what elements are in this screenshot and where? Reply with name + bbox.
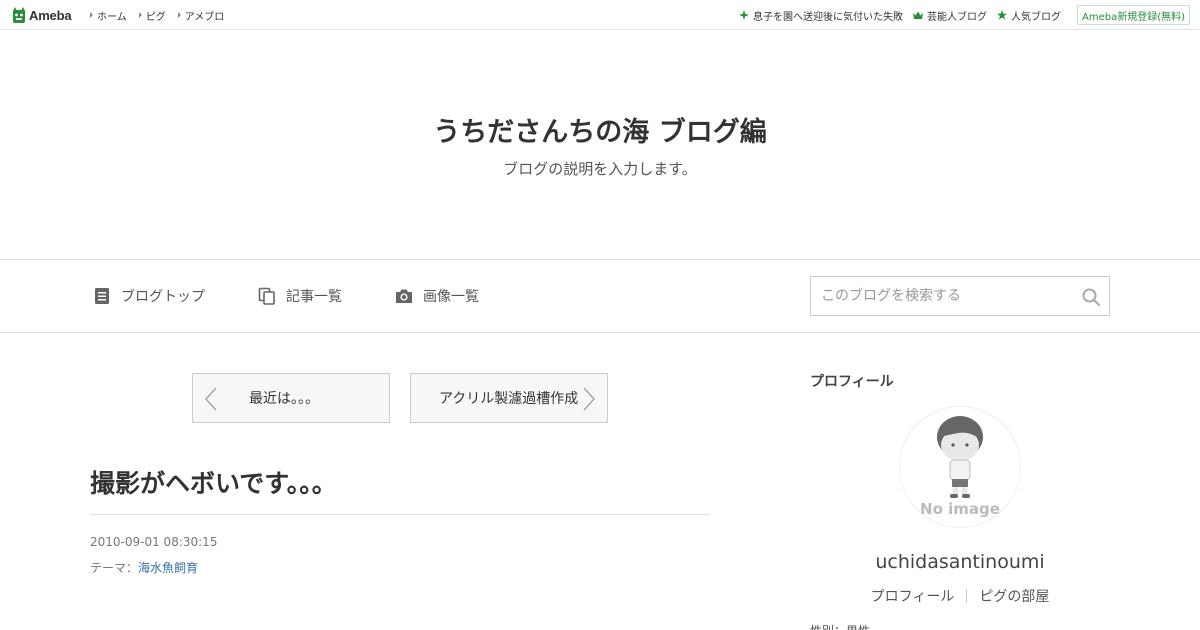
next-article-button[interactable]: アクリル製濾過槽作成 — [410, 373, 608, 423]
top-nav-home[interactable]: ホーム — [90, 8, 127, 23]
ameba-mascot-icon — [13, 6, 25, 23]
top-nav-label: ホーム — [97, 11, 127, 23]
profile-heading: プロフィール — [810, 374, 894, 390]
chevron-left-icon — [205, 387, 217, 411]
nav-label: ブログトップ — [121, 289, 205, 305]
blog-search — [810, 276, 1110, 316]
no-image-label: No image — [920, 500, 1000, 518]
top-link-trending[interactable]: 息子を園へ送迎後に気付いた失敗 — [739, 8, 903, 23]
profile-link[interactable]: プロフィール — [871, 586, 955, 606]
sparkle-icon — [739, 10, 749, 20]
top-link-label: 芸能人ブログ — [927, 11, 987, 23]
nav-blog-top[interactable]: ブログトップ — [92, 284, 205, 308]
avatar[interactable]: No image — [899, 406, 1021, 528]
top-link-celebrity[interactable]: 芸能人ブログ — [913, 8, 987, 23]
logo-text: Ameba — [29, 7, 72, 23]
nav-image-list[interactable]: 画像一覧 — [394, 284, 479, 308]
top-nav-label: アメブロ — [184, 11, 225, 23]
blog-description: ブログの説明を入力します。 — [503, 160, 697, 178]
prev-article-label: 最近は。。。 — [249, 391, 319, 407]
theme-link[interactable]: 海水魚飼育 — [138, 561, 198, 575]
blog-nav: ブログトップ 記事一覧 画像一覧 — [0, 260, 1200, 333]
article-date: 2010-09-01 08:30:15 — [90, 535, 218, 549]
article-divider — [90, 514, 710, 515]
register-button[interactable]: Ameba新規登録(無料) — [1077, 5, 1190, 25]
default-avatar-icon: No image — [920, 416, 1000, 518]
profile-username[interactable]: uchidasantinoumi — [810, 551, 1110, 573]
top-nav-pigg[interactable]: ピグ — [138, 8, 166, 23]
link-separator — [966, 589, 968, 603]
top-link-label: 息子を園へ送迎後に気付いた失敗 — [753, 11, 903, 23]
top-link-label: 人気ブログ — [1011, 11, 1061, 23]
triangle-right-icon — [177, 12, 181, 18]
top-link-popular[interactable]: 人気ブログ — [997, 8, 1061, 23]
prev-article-button[interactable]: 最近は。。。 — [192, 373, 390, 423]
top-links: 息子を園へ送迎後に気付いた失敗 芸能人ブログ 人気ブログ — [739, 0, 1061, 30]
search-input[interactable] — [811, 277, 1066, 315]
blog-header: うちださんちの海 ブログ編 ブログの説明を入力します。 — [0, 30, 1200, 260]
copy-icon — [258, 287, 275, 305]
top-nav-label: ピグ — [145, 11, 166, 23]
document-icon — [95, 288, 109, 304]
camera-icon — [396, 289, 412, 303]
star-icon — [997, 10, 1007, 20]
ameba-logo[interactable]: Ameba — [12, 6, 72, 24]
blog-title[interactable]: うちださんちの海 ブログ編 — [0, 110, 1200, 149]
profile-links: プロフィール ピグの部屋 — [810, 586, 1110, 606]
pigg-room-link[interactable]: ピグの部屋 — [979, 586, 1049, 606]
article-title[interactable]: 撮影がヘボいです。。。 — [90, 464, 337, 500]
next-article-label: アクリル製濾過槽作成 — [439, 391, 579, 407]
chevron-right-icon — [583, 387, 595, 411]
top-bar: Ameba ホーム ピグ アメブロ 息子を園へ送迎後に気付いた失敗 芸能人ブログ — [0, 0, 1200, 30]
triangle-right-icon — [138, 12, 142, 18]
nav-label: 画像一覧 — [423, 289, 479, 305]
theme-prefix: テーマ： — [90, 561, 139, 575]
article-theme: テーマ：海水魚飼育 — [90, 559, 198, 576]
global-top-nav: ホーム ピグ アメブロ — [90, 0, 224, 30]
nav-article-list[interactable]: 記事一覧 — [257, 284, 342, 308]
nav-label: 記事一覧 — [286, 289, 342, 305]
search-icon[interactable] — [1081, 287, 1101, 307]
top-nav-ameblo[interactable]: アメブロ — [177, 8, 225, 23]
crown-icon — [913, 11, 923, 19]
profile-gender: 性別：男性 — [810, 622, 870, 630]
triangle-right-icon — [90, 12, 93, 18]
